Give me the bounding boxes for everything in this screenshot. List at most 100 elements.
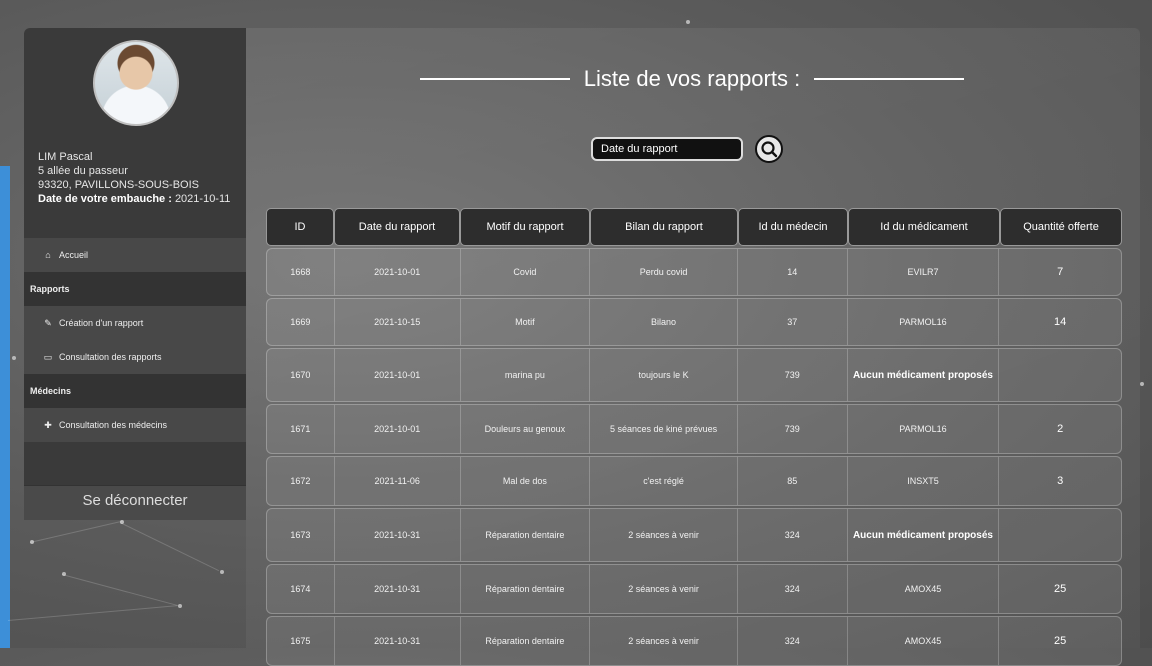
table-row[interactable]: 1675 2021-10-31 Réparation dentaire 2 séanc… (266, 616, 1122, 666)
table-row[interactable]: 1669 2021-10-15 Motif Bilano 37 PARMOL16 14 (266, 298, 1122, 346)
sidebar-heading-rapports: Rapports (24, 272, 246, 306)
table-row[interactable]: 1671 2021-10-01 Douleurs au genoux 5 séance… (266, 404, 1122, 454)
table-cell: 1672 (267, 457, 335, 505)
book-icon: ▭ (43, 351, 53, 362)
table-cell: 85 (738, 457, 848, 505)
hire-date-value: 2021-10-11 (174, 193, 231, 205)
column-header: Id du médecin (738, 208, 848, 246)
table-row[interactable]: 1672 2021-11-06 Mal de dos c'est réglé 85 INS… (266, 456, 1122, 506)
sidebar-item-label: Accueil (59, 250, 89, 260)
column-header: Motif du rapport (460, 208, 590, 246)
table-cell: 2021-10-31 (335, 509, 461, 561)
table-cell: Covid (461, 249, 591, 295)
table-cell: 2021-10-15 (335, 299, 461, 345)
hire-date-label: Date de votre embauche : (38, 193, 172, 205)
sidebar-item-label: Consultation des rapports (59, 352, 162, 362)
table-header-row: ID Date du rapport Motif du rapport Bilan d… (266, 208, 1122, 246)
table-cell: 2021-10-31 (335, 617, 461, 665)
sidebar-menu: ⌂ Accueil Rapports ✎ Création d'un rappo… (24, 238, 246, 442)
table-cell: c'est réglé (590, 457, 738, 505)
table-row[interactable]: 1673 2021-10-31 Réparation dentaire 2 séanc… (266, 508, 1122, 562)
page-title-wrap: Liste de vos rapports : (392, 64, 992, 94)
table-row[interactable]: 1668 2021-10-01 Covid Perdu covid 14 EVILR7 7 (266, 248, 1122, 296)
table-cell: 324 (738, 617, 848, 665)
table-cell: Bilano (590, 299, 738, 345)
main-content: Liste de vos rapports : IDDate du rappor… (246, 28, 1140, 666)
sidebar: LIM Pascal 5 allée du passeur 93320, PAV… (24, 28, 246, 520)
table-cell: 5 séances de kiné prévues (590, 405, 738, 453)
table-cell: 324 (738, 509, 848, 561)
table-cell: EVILR7 (848, 249, 1000, 295)
table-cell: PARMOL16 (848, 405, 1000, 453)
table-cell: 37 (738, 299, 848, 345)
table-cell: Aucun médicament proposés (848, 349, 1000, 401)
search-input[interactable] (591, 137, 743, 161)
table-cell: marina pu (461, 349, 591, 401)
table-cell: 2021-10-01 (335, 349, 461, 401)
table-cell: AMOX45 (848, 617, 1000, 665)
table-cell: Douleurs au genoux (461, 405, 591, 453)
table-cell: 2021-11-06 (335, 457, 461, 505)
sidebar-item-consult-doctors[interactable]: ✚ Consultation des médecins (24, 408, 246, 442)
table-cell: 14 (1054, 316, 1067, 328)
sidebar-item-label: Consultation des médecins (59, 420, 168, 430)
table-cell: 1673 (267, 509, 335, 561)
logout-button[interactable]: Se déconnecter (24, 485, 246, 520)
table-cell: 3 (1057, 475, 1064, 487)
sidebar-item-label: Création d'un rapport (59, 318, 144, 328)
table-cell: Réparation dentaire (461, 617, 591, 665)
table-cell: 1668 (267, 249, 335, 295)
search-bar (591, 135, 783, 163)
table-cell: 25 (1054, 583, 1067, 595)
table-cell: 25 (1054, 635, 1067, 647)
table-cell: Motif (461, 299, 591, 345)
search-button[interactable] (755, 135, 783, 163)
table-cell: Réparation dentaire (461, 509, 591, 561)
table-cell: 1671 (267, 405, 335, 453)
table-body: 1668 2021-10-01 Covid Perdu covid 14 EVILR7 7 1… (266, 248, 1122, 666)
table-cell: 2021-10-01 (335, 249, 461, 295)
table-cell: 1674 (267, 565, 335, 613)
edit-icon: ✎ (44, 317, 52, 328)
profile-address: 5 allée du passeur (38, 165, 128, 177)
sidebar-heading-medecins: Médecins (24, 374, 246, 408)
table-cell: 1669 (267, 299, 335, 345)
table-cell: 739 (738, 405, 848, 453)
table-cell: 2 séances à venir (590, 617, 738, 665)
table-cell: 1670 (267, 349, 335, 401)
profile-city: 93320, PAVILLONS-SOUS-BOIS (38, 179, 199, 191)
table-cell: 739 (738, 349, 848, 401)
table-cell: Aucun médicament proposés (848, 509, 1000, 561)
table-cell: 2021-10-31 (335, 565, 461, 613)
column-header: Bilan du rapport (590, 208, 738, 246)
table-cell: 2 séances à venir (590, 565, 738, 613)
table-cell: 1675 (267, 617, 335, 665)
table-cell: Réparation dentaire (461, 565, 591, 613)
plus-icon: ✚ (44, 419, 52, 430)
profile-avatar (93, 40, 179, 126)
column-header: Id du médicament (848, 208, 1000, 246)
table-cell: Perdu covid (590, 249, 738, 295)
title-divider-right (814, 78, 965, 80)
table-row[interactable]: 1674 2021-10-31 Réparation dentaire 2 séanc… (266, 564, 1122, 614)
table-cell: 2021-10-01 (335, 405, 461, 453)
table-cell: 324 (738, 565, 848, 613)
home-icon: ⌂ (45, 250, 51, 260)
table-row[interactable]: 1670 2021-10-01 marina pu toujours le K 739 A… (266, 348, 1122, 402)
column-header: Date du rapport (334, 208, 460, 246)
search-icon (761, 141, 778, 158)
column-header: Quantité offerte (1000, 208, 1122, 246)
sidebar-item-accueil[interactable]: ⌂ Accueil (24, 238, 246, 272)
table-cell: AMOX45 (848, 565, 1000, 613)
table-cell: 7 (1057, 266, 1064, 278)
table-cell (999, 509, 1121, 561)
reports-table: ID Date du rapport Motif du rapport Bilan d… (266, 208, 1122, 666)
title-divider-left (419, 78, 570, 80)
window-edge-strip (0, 166, 10, 648)
sidebar-item-create-report[interactable]: ✎ Création d'un rapport (24, 306, 246, 340)
profile-info: LIM Pascal 5 allée du passeur 93320, PAV… (38, 150, 230, 206)
column-header: ID (266, 208, 334, 246)
table-cell: toujours le K (590, 349, 738, 401)
sidebar-item-consult-reports[interactable]: ▭ Consultation des rapports (24, 340, 246, 374)
table-cell: 2 séances à venir (590, 509, 738, 561)
